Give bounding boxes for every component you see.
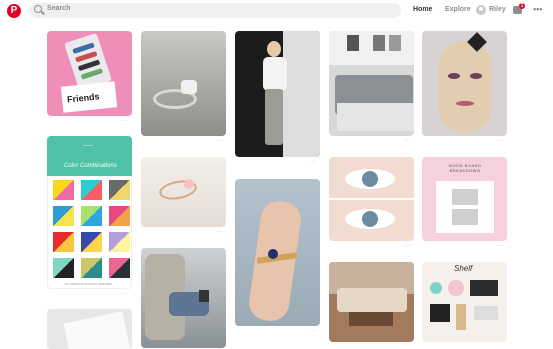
pin-fashion-photo[interactable] — [235, 31, 320, 157]
pin-more-icon[interactable]: ··· — [497, 138, 503, 144]
mood-board-title: MOOD BOARD BREAKDOWN — [448, 163, 482, 173]
pin-more-icon[interactable]: ··· — [122, 118, 128, 124]
search-input[interactable]: Search — [29, 3, 401, 18]
pin-more-icon[interactable]: ··· — [216, 229, 222, 235]
pin-more-icon[interactable]: ··· — [404, 138, 410, 144]
color-card-title: Color Combinations — [64, 163, 117, 169]
pin-shelf-products[interactable]: Shelf — [422, 262, 507, 342]
pin-more-icon[interactable]: ··· — [310, 159, 316, 165]
nav-explore-link[interactable]: Explore — [445, 6, 471, 13]
pin-silver-ring[interactable] — [141, 31, 226, 136]
pin-rose-ring[interactable] — [141, 157, 226, 227]
pin-more-icon[interactable]: ··· — [497, 243, 503, 249]
color-card-tag: —— — [83, 143, 93, 149]
pin-sapphire-ring[interactable] — [235, 179, 320, 326]
pin-more-icon[interactable]: ··· — [310, 328, 316, 334]
pin-more-icon[interactable]: ··· — [122, 291, 128, 297]
pin-makeup-portrait[interactable] — [422, 31, 507, 136]
pinterest-logo-icon[interactable]: P — [7, 4, 21, 18]
pin-more-icon[interactable]: ··· — [404, 243, 410, 249]
top-navigation-bar: P Search Home Explore Riley 1 ••• — [0, 0, 553, 22]
color-card-footer: MY WEBSITE ARTICLE INSPIRED — [65, 282, 113, 286]
pin-friends-card[interactable]: Friends — [47, 31, 132, 116]
pin-notebook-image[interactable] — [47, 309, 132, 349]
search-icon — [34, 5, 42, 13]
more-options-icon[interactable]: ••• — [533, 4, 542, 14]
pin-eye-makeup[interactable] — [329, 157, 414, 241]
shelf-title: Shelf — [454, 264, 473, 273]
search-placeholder: Search — [47, 5, 71, 12]
pin-living-room[interactable] — [329, 262, 414, 342]
user-avatar-icon[interactable] — [476, 5, 486, 15]
pin-bedroom-photo[interactable] — [329, 31, 414, 136]
pin-more-icon[interactable]: ··· — [216, 138, 222, 144]
pin-mood-board[interactable]: MOOD BOARD BREAKDOWN — [422, 157, 507, 241]
notification-badge: 1 — [519, 3, 525, 9]
pin-sweater-photo[interactable] — [141, 248, 226, 348]
pin-color-combinations[interactable]: —— Color Combinations MY WEBSITE ARTICLE… — [47, 136, 132, 289]
nav-user-link[interactable]: Riley — [489, 6, 506, 13]
nav-home-link[interactable]: Home — [413, 6, 432, 13]
